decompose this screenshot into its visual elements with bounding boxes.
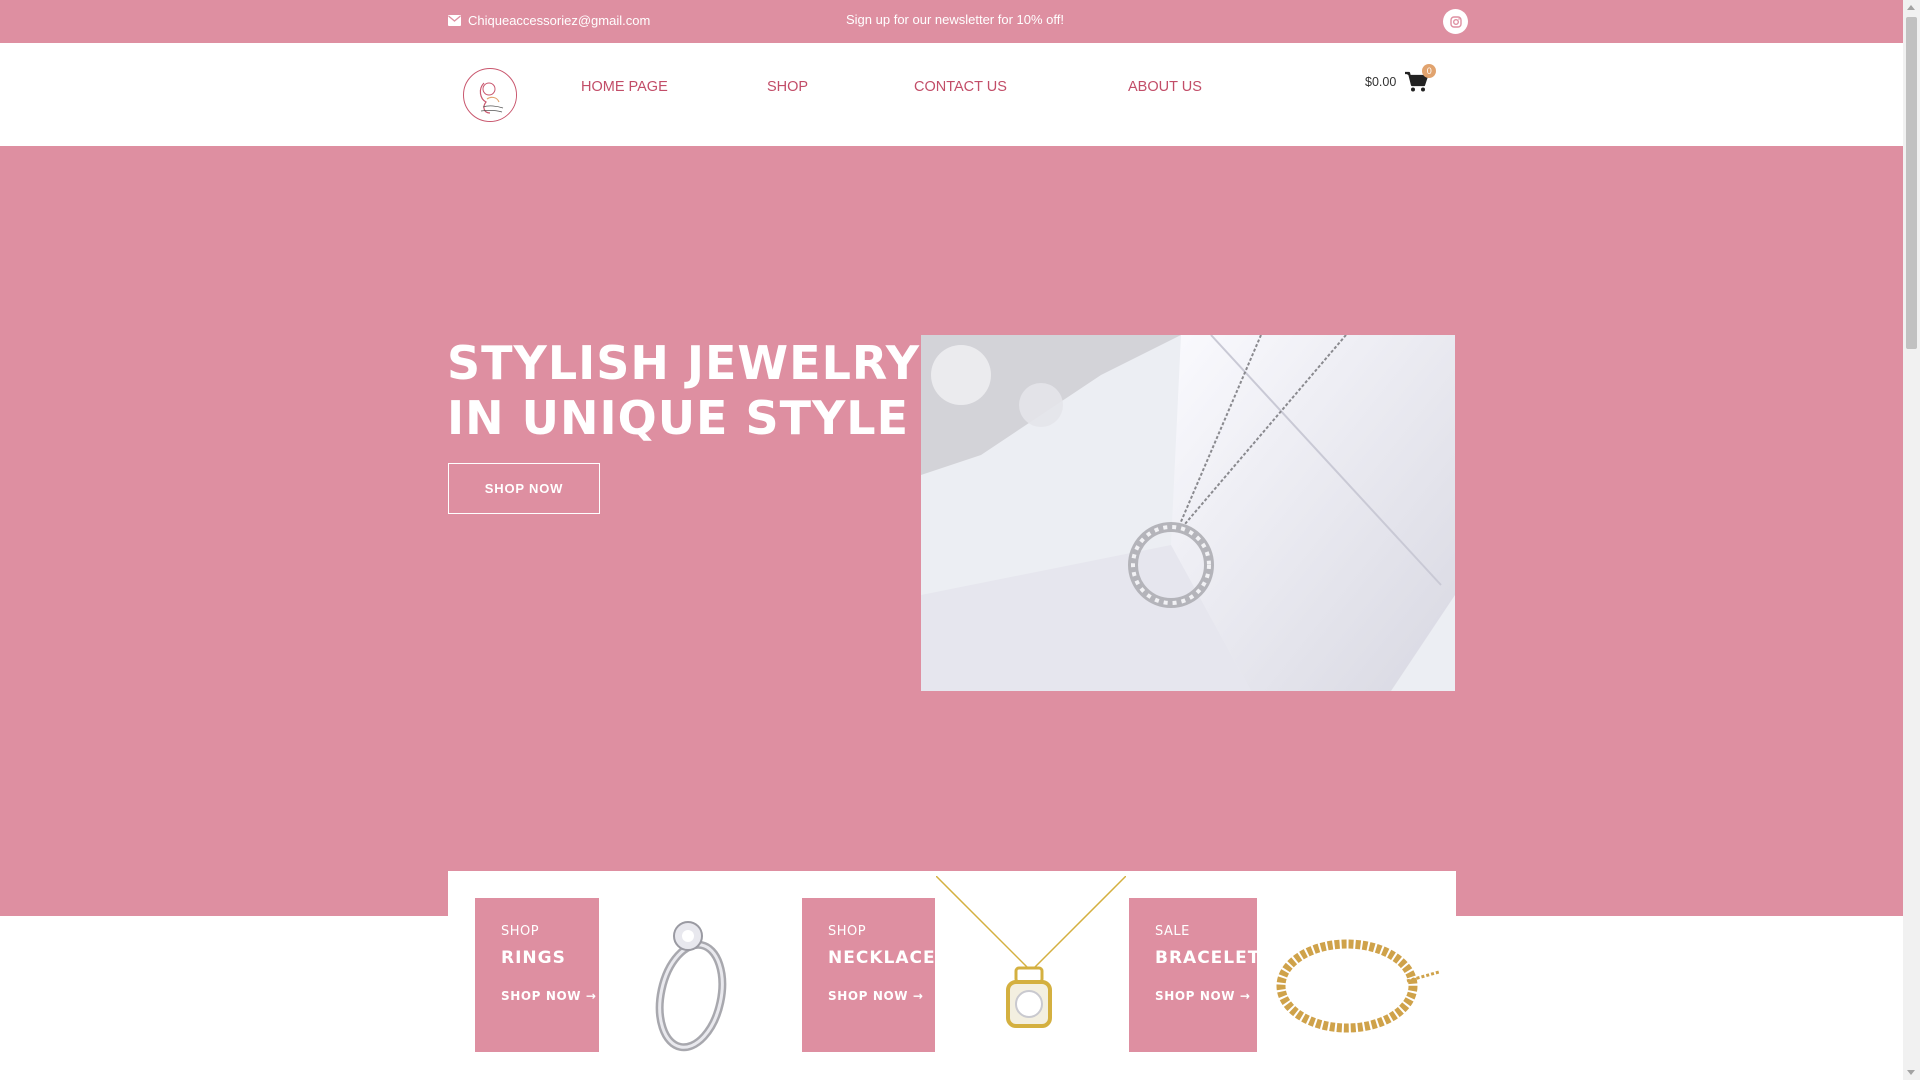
category-tag: SALE xyxy=(1155,924,1190,939)
top-bar: Chiqueaccessoriez@gmail.com Sign up for … xyxy=(0,0,1903,43)
scrollbar-thumb[interactable] xyxy=(1906,17,1917,349)
cart-amount: $0.00 xyxy=(1365,75,1397,89)
hero-title-line-1: STYLISH JEWELRY xyxy=(447,336,921,390)
arrow-right-icon: → xyxy=(912,989,924,1003)
arrow-right-icon: → xyxy=(585,989,597,1003)
category-card-bracelets[interactable]: SALE BRACELETS SHOP NOW → xyxy=(1129,898,1273,1052)
category-shop-now-link[interactable]: SHOP NOW → xyxy=(828,989,924,1003)
email-text[interactable]: Chiqueaccessoriez@gmail.com xyxy=(468,13,650,28)
nav-contact-us[interactable]: CONTACT US xyxy=(914,79,1007,95)
brand-logo[interactable] xyxy=(463,68,517,122)
category-card-necklaces[interactable]: SHOP NECKLACES SHOP NOW → xyxy=(802,898,948,1052)
ring-product-image xyxy=(633,876,763,1076)
cart-count-badge: 0 xyxy=(1422,64,1437,78)
category-shop-now-link[interactable]: SHOP NOW → xyxy=(1155,989,1251,1003)
category-card-rings[interactable]: SHOP RINGS SHOP NOW → xyxy=(475,898,599,1052)
nav-shop[interactable]: SHOP xyxy=(767,79,808,95)
category-tag: SHOP xyxy=(501,924,540,939)
arrow-right-icon: → xyxy=(1239,989,1251,1003)
category-title: RINGS xyxy=(501,948,566,968)
nav-about-us[interactable]: ABOUT US xyxy=(1128,79,1202,95)
cart-button[interactable]: $0.00 0 xyxy=(1365,64,1437,93)
cart-icon: 0 xyxy=(1404,64,1437,93)
hero-shop-now-button[interactable]: SHOP NOW xyxy=(448,463,600,514)
category-strip: SHOP RINGS SHOP NOW → SHOP NECKLACES SHO… xyxy=(448,871,1456,1080)
hero-title-line-2: IN UNIQUE STYLE xyxy=(447,391,910,445)
email-contact[interactable]: Chiqueaccessoriez@gmail.com xyxy=(448,13,650,28)
nav-home-page[interactable]: HOME PAGE xyxy=(581,79,668,95)
scroll-down-icon[interactable] xyxy=(1907,1070,1915,1075)
necklace-product-image xyxy=(935,875,1127,1076)
site-header: HOME PAGE SHOP CONTACT US ABOUT US $0.00… xyxy=(0,43,1903,146)
scroll-up-icon[interactable] xyxy=(1907,5,1915,10)
category-title: BRACELETS xyxy=(1155,948,1274,968)
newsletter-promo[interactable]: Sign up for our newsletter for 10% off! xyxy=(846,12,1064,27)
category-shop-now-link[interactable]: SHOP NOW → xyxy=(501,989,597,1003)
hero-title: STYLISH JEWELRY IN UNIQUE STYLE xyxy=(447,336,921,446)
category-tag: SHOP xyxy=(828,924,867,939)
envelope-icon xyxy=(448,15,461,26)
category-title: NECKLACES xyxy=(828,948,949,968)
bracelet-product-image xyxy=(1267,876,1447,1076)
instagram-icon[interactable] xyxy=(1443,9,1468,34)
hero-section: STYLISH JEWELRY IN UNIQUE STYLE SHOP NOW xyxy=(0,146,1903,916)
page-scrollbar[interactable] xyxy=(1903,0,1920,1080)
hero-necklace-image xyxy=(921,335,1455,691)
